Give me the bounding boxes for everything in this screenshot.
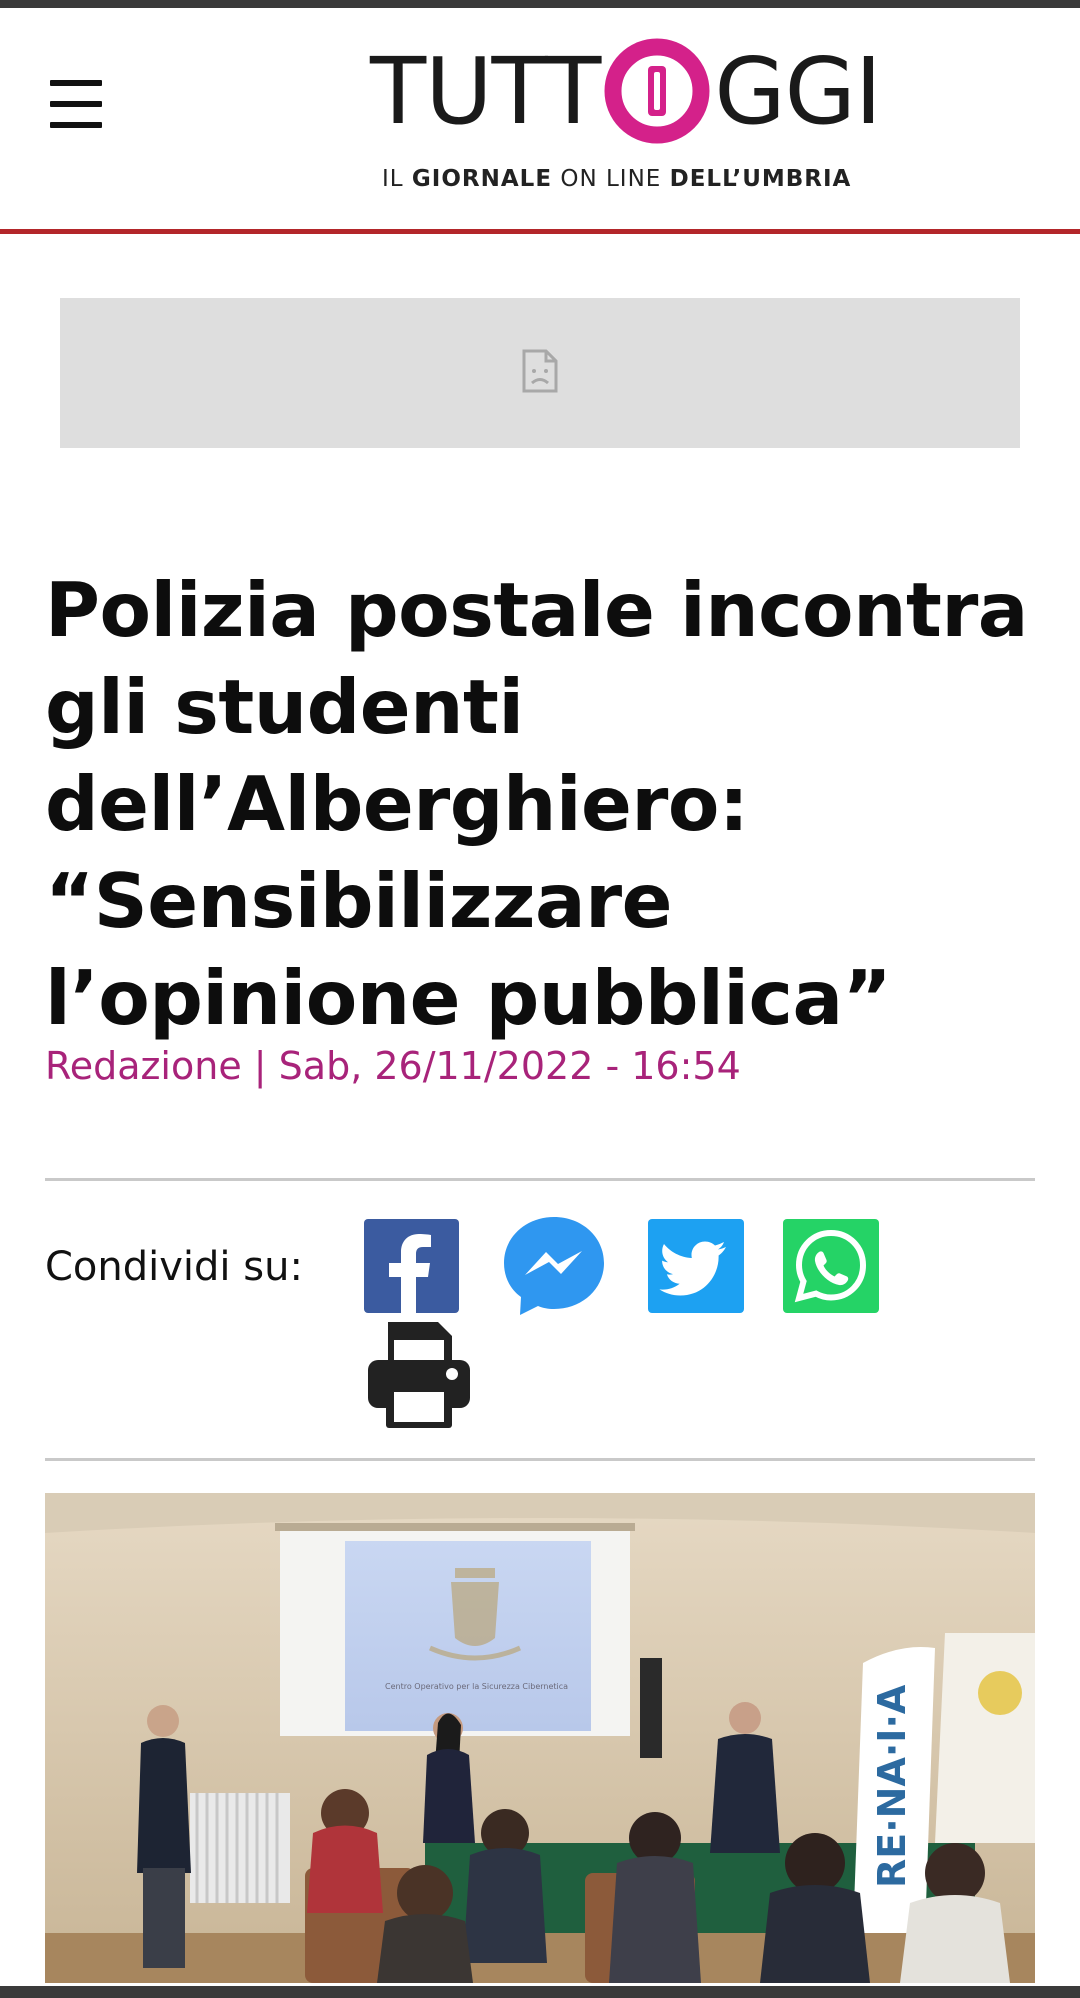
hamburger-menu-icon[interactable] (48, 80, 106, 130)
share-label: Condividi su: (45, 1244, 303, 1290)
broken-document-icon (520, 349, 560, 398)
messenger-share-button[interactable] (501, 1213, 607, 1319)
logo-tagline: IL GIORNALE ON LINE DELL’UMBRIA (382, 166, 852, 192)
radiator (190, 1793, 290, 1903)
whatsapp-share-button[interactable] (783, 1219, 879, 1313)
site-logo[interactable]: TUTT GGI IL GIORNALE ON LINE DELL’UMBRIA (370, 26, 882, 206)
twitter-icon (648, 1219, 744, 1313)
banner-text: RE·NA·I·A (870, 1684, 914, 1888)
print-icon (368, 1322, 470, 1428)
facebook-icon (364, 1219, 459, 1313)
article-hero-image[interactable]: Centro Operativo per la Sicurezza Cibern… (45, 1493, 1035, 1983)
logo-text-left: TUTT (370, 37, 601, 145)
facebook-share-button[interactable] (364, 1219, 459, 1313)
divider-top (45, 1178, 1035, 1181)
logo-text-right: GGI (714, 37, 882, 145)
ad-placeholder[interactable] (60, 298, 1020, 448)
print-button[interactable] (364, 1318, 474, 1430)
divider-bottom (45, 1458, 1035, 1461)
site-header: TUTT GGI IL GIORNALE ON LINE DELL’UMBRIA (0, 8, 1080, 234)
article-title: Polizia postale incontra gli studenti de… (45, 566, 1028, 1042)
twitter-share-button[interactable] (648, 1219, 744, 1313)
status-strip (0, 0, 1080, 8)
article-byline: Redazione | Sab, 26/11/2022 - 16:54 (45, 1044, 741, 1088)
power-icon (604, 38, 710, 144)
navigation-bar (0, 1986, 1080, 1998)
officer-left (137, 1705, 191, 1968)
logo-wordmark: TUTT GGI (370, 36, 882, 146)
whatsapp-icon (783, 1219, 879, 1313)
messenger-icon (504, 1217, 604, 1315)
screen-caption: Centro Operativo per la Sicurezza Cibern… (385, 1682, 568, 1691)
